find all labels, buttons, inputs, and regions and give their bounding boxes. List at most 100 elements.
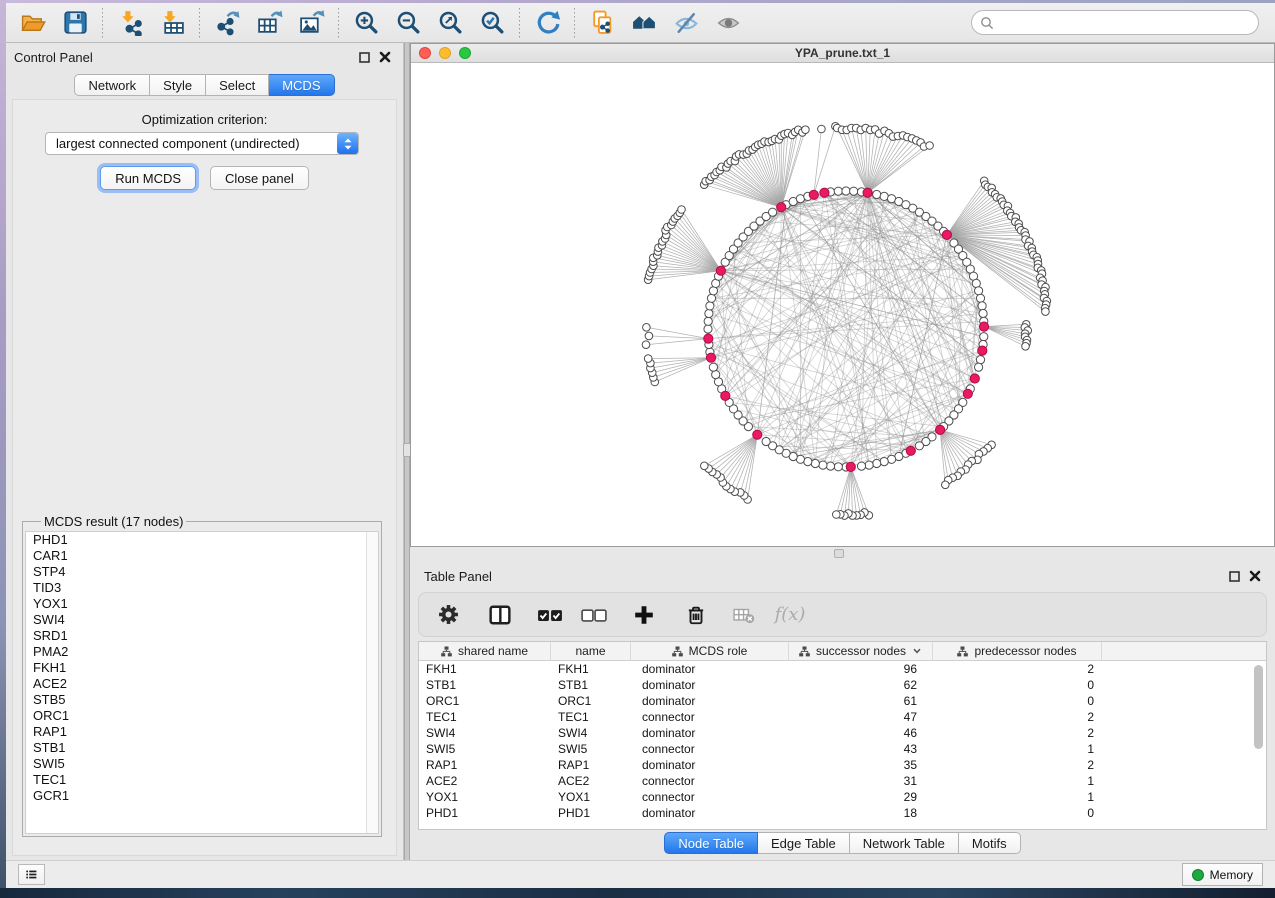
table-cell[interactable]: 47 (789, 709, 933, 725)
table-cell[interactable]: FKH1 (419, 661, 551, 677)
table-cell[interactable]: ORC1 (419, 693, 551, 709)
mcds-result-item[interactable]: SWI4 (26, 612, 378, 628)
show-all-icon[interactable] (707, 6, 749, 40)
task-history-button[interactable] (18, 864, 45, 885)
table-cell[interactable]: 1 (933, 789, 1102, 805)
table-row[interactable]: STB1STB1dominator620 (419, 677, 1266, 693)
tab-network-table[interactable]: Network Table (850, 832, 959, 854)
table-cell[interactable]: 2 (933, 661, 1102, 677)
table-row[interactable]: SWI5SWI5connector431 (419, 741, 1266, 757)
delete-table-icon[interactable] (727, 599, 761, 631)
table-cell[interactable]: RAP1 (419, 757, 551, 773)
table-cell[interactable]: 2 (933, 709, 1102, 725)
zoom-selected-icon[interactable] (471, 6, 513, 40)
network-window-titlebar[interactable]: YPA_prune.txt_1 (411, 44, 1274, 63)
table-cell[interactable]: 43 (789, 741, 933, 757)
export-table-icon[interactable] (248, 6, 290, 40)
optimization-criterion-select[interactable]: largest connected component (undirected) (45, 132, 359, 155)
table-cell[interactable]: 0 (933, 677, 1102, 693)
mcds-list-scrollbar[interactable] (366, 532, 378, 833)
column-header-predecessor-nodes[interactable]: predecessor nodes (933, 642, 1102, 660)
close-table-panel-icon[interactable] (1249, 570, 1261, 582)
copy-network-icon[interactable] (581, 6, 623, 40)
close-panel-icon[interactable] (379, 51, 391, 63)
add-row-icon[interactable] (627, 599, 661, 631)
hide-selected-icon[interactable] (665, 6, 707, 40)
horizontal-splitter[interactable] (410, 547, 1275, 562)
table-cell[interactable]: dominator (631, 725, 789, 741)
import-network-icon[interactable] (109, 6, 151, 40)
table-cell[interactable]: 62 (789, 677, 933, 693)
table-cell[interactable]: dominator (631, 661, 789, 677)
tab-edge-table[interactable]: Edge Table (758, 832, 850, 854)
table-cell[interactable]: ACE2 (419, 773, 551, 789)
mcds-result-item[interactable]: ORC1 (26, 708, 378, 724)
mcds-result-item[interactable]: STB5 (26, 692, 378, 708)
table-cell[interactable]: dominator (631, 757, 789, 773)
table-cell[interactable]: SWI4 (551, 725, 631, 741)
table-cell[interactable]: SWI5 (551, 741, 631, 757)
memory-button[interactable]: Memory (1182, 863, 1263, 886)
table-cell[interactable]: 2 (933, 725, 1102, 741)
column-settings-gear-icon[interactable] (431, 599, 465, 631)
tab-motifs[interactable]: Motifs (959, 832, 1021, 854)
float-table-panel-icon[interactable] (1229, 571, 1240, 582)
table-row[interactable]: TEC1TEC1connector472 (419, 709, 1266, 725)
table-cell[interactable]: SWI5 (419, 741, 551, 757)
table-cell[interactable]: RAP1 (551, 757, 631, 773)
table-cell[interactable]: ACE2 (551, 773, 631, 789)
import-table-icon[interactable] (151, 6, 193, 40)
table-row[interactable]: ORC1ORC1dominator610 (419, 693, 1266, 709)
tab-mcds[interactable]: MCDS (269, 74, 334, 96)
table-row[interactable]: RAP1RAP1dominator352 (419, 757, 1266, 773)
table-cell[interactable]: 61 (789, 693, 933, 709)
zoom-out-icon[interactable] (387, 6, 429, 40)
mcds-result-item[interactable]: SWI5 (26, 756, 378, 772)
column-header-shared-name[interactable]: shared name (419, 642, 551, 660)
table-cell[interactable]: 1 (933, 741, 1102, 757)
table-cell[interactable]: 0 (933, 693, 1102, 709)
table-cell[interactable]: TEC1 (419, 709, 551, 725)
mcds-result-item[interactable]: YOX1 (26, 596, 378, 612)
table-cell[interactable]: 18 (789, 805, 933, 821)
float-panel-icon[interactable] (359, 52, 370, 63)
table-cell[interactable]: dominator (631, 677, 789, 693)
table-cell[interactable]: ORC1 (551, 693, 631, 709)
column-header-name[interactable]: name (551, 642, 631, 660)
mcds-result-item[interactable]: CAR1 (26, 548, 378, 564)
table-cell[interactable]: 2 (933, 757, 1102, 773)
tab-node-table[interactable]: Node Table (664, 832, 758, 854)
export-image-icon[interactable] (290, 6, 332, 40)
table-row[interactable]: SWI4SWI4dominator462 (419, 725, 1266, 741)
refresh-icon[interactable] (526, 6, 568, 40)
table-cell[interactable]: TEC1 (551, 709, 631, 725)
table-cell[interactable]: 0 (933, 805, 1102, 821)
table-cell[interactable]: 35 (789, 757, 933, 773)
mcds-result-item[interactable]: STP4 (26, 564, 378, 580)
table-cell[interactable]: FKH1 (551, 661, 631, 677)
table-row[interactable]: YOX1YOX1connector291 (419, 789, 1266, 805)
zoom-in-icon[interactable] (345, 6, 387, 40)
mcds-result-item[interactable]: TEC1 (26, 772, 378, 788)
table-cell[interactable]: 31 (789, 773, 933, 789)
table-row[interactable]: ACE2ACE2connector311 (419, 773, 1266, 789)
deselect-all-icon[interactable] (577, 599, 611, 631)
mcds-result-item[interactable]: GCR1 (26, 788, 378, 804)
table-scrollbar-thumb[interactable] (1254, 665, 1263, 749)
table-cell[interactable]: 29 (789, 789, 933, 805)
table-cell[interactable]: SWI4 (419, 725, 551, 741)
table-cell[interactable]: 46 (789, 725, 933, 741)
mcds-result-item[interactable]: PMA2 (26, 644, 378, 660)
column-header-successor-nodes[interactable]: successor nodes (789, 642, 933, 660)
table-cell[interactable]: PHD1 (419, 805, 551, 821)
save-session-icon[interactable] (54, 6, 96, 40)
zoom-fit-icon[interactable] (429, 6, 471, 40)
table-cell[interactable]: connector (631, 709, 789, 725)
search-input[interactable] (999, 15, 1250, 31)
first-neighbors-icon[interactable] (623, 6, 665, 40)
mcds-result-item[interactable]: TID3 (26, 580, 378, 596)
table-row[interactable]: FKH1FKH1dominator962 (419, 661, 1266, 677)
table-row[interactable]: PHD1PHD1dominator180 (419, 805, 1266, 821)
mcds-result-list[interactable]: PHD1CAR1STP4TID3YOX1SWI4SRD1PMA2FKH1ACE2… (25, 531, 379, 834)
mcds-result-item[interactable]: ACE2 (26, 676, 378, 692)
